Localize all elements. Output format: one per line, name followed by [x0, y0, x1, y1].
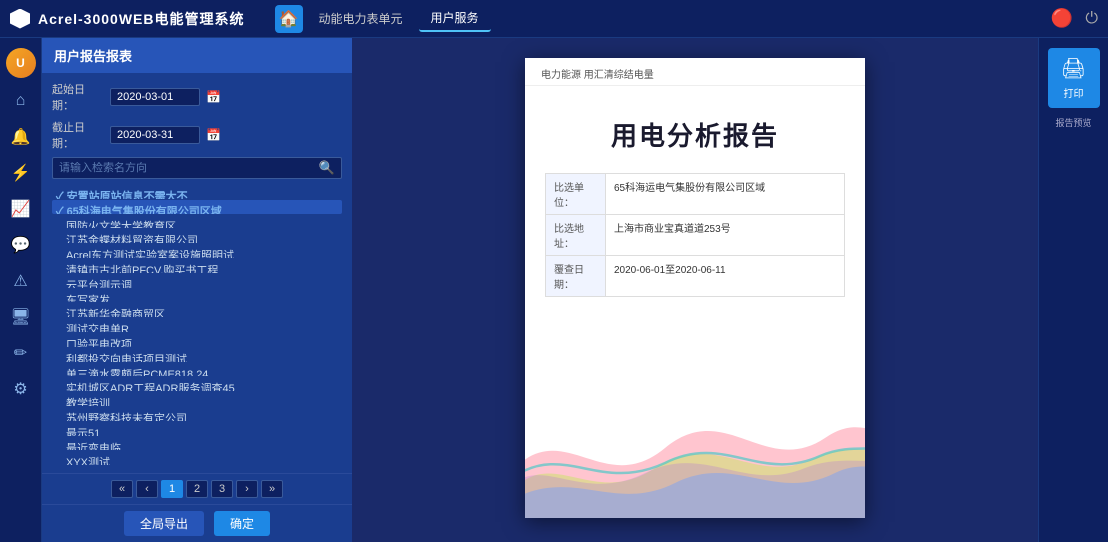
date-range-label: 覆查日期：: [546, 256, 606, 296]
nav-tab-user[interactable]: 用户服务: [419, 5, 491, 32]
nav-tab-energy[interactable]: 动能电力表单元: [307, 6, 415, 31]
main-layout: U ⌂ 🔔 ⚡ 📈 💬 ⚠ 🖥 ✏ ⚙ 用户报告报表 起始日期： 📅 截止日期：…: [0, 38, 1108, 542]
start-date-label: 起始日期：: [52, 81, 104, 113]
print-button[interactable]: 🖨 打印: [1048, 48, 1100, 108]
tree-item-8[interactable]: 江苏新华金融商贸区: [52, 303, 342, 317]
nav-icon-device[interactable]: 🖥: [6, 304, 36, 330]
nav-icon-chart[interactable]: 📈: [6, 196, 36, 222]
tree-section: ✓ 安置站原站信息不需大不 ✓ 65科海电气集股份有限公司区域 国防火文学大学教…: [52, 185, 342, 465]
app-title: Acrel-3000WEB电能管理系统: [38, 9, 245, 29]
report-header-strip: 电力能源 用汇清综结电量: [525, 58, 865, 86]
tree-item-4[interactable]: Acrel东方测试实验室案设施照明试: [52, 244, 342, 258]
logo-area: Acrel-3000WEB电能管理系统: [10, 9, 245, 29]
print-label: 打印: [1064, 85, 1084, 100]
home-button[interactable]: 🏠: [275, 5, 303, 33]
info-row-company: 比选单位： 65科海运电气集股份有限公司区域: [546, 174, 844, 215]
address-label: 比选地址：: [546, 215, 606, 255]
page-2[interactable]: 2: [186, 480, 208, 498]
tree-item-18[interactable]: XYX测试: [52, 451, 342, 465]
start-date-input[interactable]: [110, 88, 200, 106]
nav-icon-lightning[interactable]: ⚡: [6, 160, 36, 186]
alert-button[interactable]: 🔴: [1051, 8, 1073, 29]
right-panel: 🖨 打印 报告预览: [1038, 38, 1108, 542]
export-button[interactable]: 全局导出: [124, 511, 204, 536]
nav-icon-message[interactable]: 💬: [6, 232, 36, 258]
tree-item-15[interactable]: 苏州野察科技未有定公司: [52, 407, 342, 421]
search-button[interactable]: 🔍: [319, 160, 335, 176]
tree-item-16[interactable]: 最示51: [52, 422, 342, 436]
nav-icon-home[interactable]: ⌂: [6, 88, 36, 114]
page-first[interactable]: «: [111, 480, 133, 498]
tree-item-6[interactable]: 云平台测示调: [52, 274, 342, 288]
tree-item-2[interactable]: 国防火文学大学教育区: [52, 215, 342, 229]
tree-item-11[interactable]: 利都投交向电话项目测试: [52, 348, 342, 362]
address-value: 上海市商业宝真道道253号: [606, 215, 844, 255]
company-value: 65科海运电气集股份有限公司区域: [606, 174, 844, 214]
tree-item-12[interactable]: 单三滴水露颇后PCME818.24: [52, 363, 342, 377]
tree-item-10[interactable]: 口验平电改项: [52, 333, 342, 347]
search-row: 🔍: [52, 157, 342, 179]
logo-icon: [10, 9, 30, 29]
confirm-button[interactable]: 确定: [214, 511, 270, 536]
tree-item-17[interactable]: 最近变电临: [52, 437, 342, 451]
left-panel: 用户报告报表 起始日期： 📅 截止日期： 📅 🔍 ✓ 安置站原站信息不需大不: [42, 38, 352, 542]
date-range-value: 2020-06-01至2020-06-11: [606, 256, 844, 296]
nav-icon-alarm[interactable]: ⚠: [6, 268, 36, 294]
wave-decoration: [525, 388, 865, 518]
content-area: 电力能源 用汇清综结电量 用电分析报告 比选单位： 65科海运电气集股份有限公司…: [352, 38, 1038, 542]
sidebar-nav: U ⌂ 🔔 ⚡ 📈 💬 ⚠ 🖥 ✏ ⚙: [0, 38, 42, 542]
page-1[interactable]: 1: [161, 480, 183, 498]
panel-header: 用户报告报表: [42, 38, 352, 73]
pagination: « ‹ 1 2 3 › »: [42, 473, 352, 504]
tree-item-3[interactable]: 江苏金蝶材料貿资有限公司: [52, 229, 342, 243]
nav-icon-edit[interactable]: ✏: [6, 340, 36, 366]
start-date-row: 起始日期： 📅: [52, 81, 342, 113]
power-button[interactable]: ⏻: [1085, 10, 1098, 28]
preview-label: 报告预览: [1055, 116, 1091, 129]
search-input[interactable]: [59, 162, 315, 174]
report-document: 电力能源 用汇清综结电量 用电分析报告 比选单位： 65科海运电气集股份有限公司…: [525, 58, 865, 518]
nav-icon-notification[interactable]: 🔔: [6, 124, 36, 150]
tree-item-7[interactable]: 东写家发: [52, 289, 342, 303]
tree-item-0[interactable]: ✓ 安置站原站信息不需大不: [52, 185, 342, 199]
tree-item-14[interactable]: 教学培训: [52, 392, 342, 406]
top-bar: Acrel-3000WEB电能管理系统 🏠 动能电力表单元 用户服务 🔴 ⏻: [0, 0, 1108, 38]
end-date-row: 截止日期： 📅: [52, 119, 342, 151]
top-right-controls: 🔴 ⏻: [1051, 8, 1098, 29]
end-date-calendar-icon[interactable]: 📅: [206, 128, 221, 142]
print-icon: 🖨: [1061, 56, 1086, 81]
nav-icon-settings[interactable]: ⚙: [6, 376, 36, 402]
start-date-calendar-icon[interactable]: 📅: [206, 90, 221, 104]
report-title: 用电分析报告: [525, 86, 865, 173]
page-3[interactable]: 3: [211, 480, 233, 498]
panel-bottom: 全局导出 确定: [42, 504, 352, 542]
info-row-address: 比选地址： 上海市商业宝真道道253号: [546, 215, 844, 256]
page-prev[interactable]: ‹: [136, 480, 158, 498]
info-row-date: 覆查日期： 2020-06-01至2020-06-11: [546, 256, 844, 296]
tree-item-5[interactable]: 清镇市古北前PFCV.购买书工程: [52, 259, 342, 273]
company-label: 比选单位：: [546, 174, 606, 214]
page-next[interactable]: ›: [236, 480, 258, 498]
report-info-table: 比选单位： 65科海运电气集股份有限公司区域 比选地址： 上海市商业宝真道道25…: [545, 173, 845, 297]
end-date-input[interactable]: [110, 126, 200, 144]
tree-item-1[interactable]: ✓ 65科海电气集股份有限公司区域: [52, 200, 342, 214]
page-last[interactable]: »: [261, 480, 283, 498]
user-avatar[interactable]: U: [6, 48, 36, 78]
top-nav: 🏠 动能电力表单元 用户服务: [275, 5, 1051, 33]
end-date-label: 截止日期：: [52, 119, 104, 151]
tree-item-13[interactable]: 实机城区ADR工程ADR服务调查45: [52, 377, 342, 391]
panel-body: 起始日期： 📅 截止日期： 📅 🔍 ✓ 安置站原站信息不需大不 ✓ 65科海电气…: [42, 73, 352, 473]
tree-item-9[interactable]: 测试交电单R: [52, 318, 342, 332]
